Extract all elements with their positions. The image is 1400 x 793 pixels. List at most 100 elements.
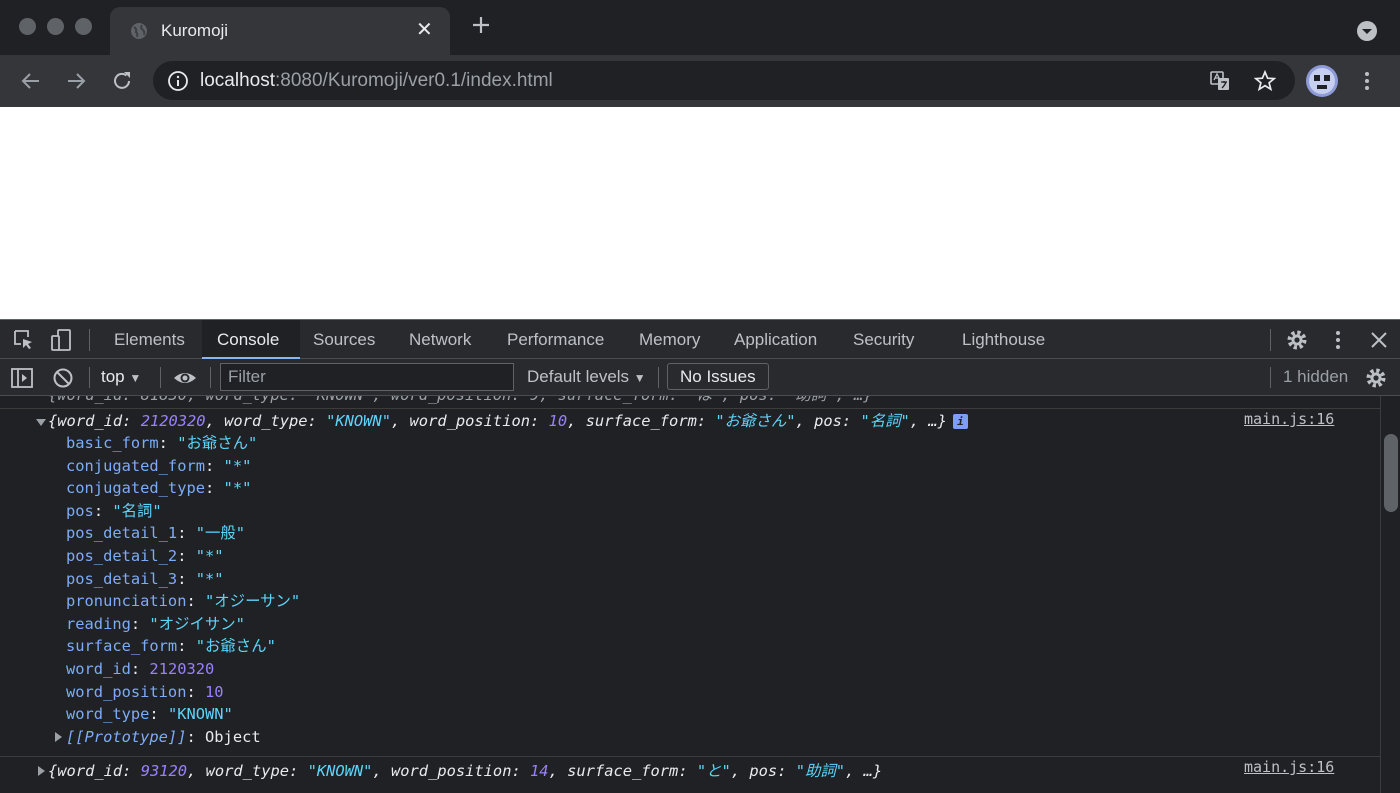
property-row[interactable]: pos_detail_2: "*" (66, 546, 224, 566)
property-value: "お爺さん" (177, 434, 258, 452)
collapse-triangle-icon[interactable] (36, 419, 46, 426)
close-icon[interactable] (1367, 328, 1391, 352)
issues-button[interactable]: No Issues (667, 363, 769, 390)
console-message: {word_id: 2120320, word_type: "KNOWN", w… (0, 409, 1380, 757)
avatar-face-icon (1309, 68, 1335, 94)
browser-toolbar: localhost:8080/Kuromoji/ver0.1/index.htm… (0, 55, 1400, 107)
property-row[interactable]: word_position: 10 (66, 682, 224, 702)
message-summary[interactable]: {word_id: 2120320, word_type: "KNOWN", w… (48, 411, 968, 431)
info-badge-icon[interactable]: i (952, 414, 968, 429)
console-message: {word_id: 81830, word_type: "KNOWN", wor… (0, 396, 1380, 409)
property-key: pos_detail_1 (66, 524, 178, 543)
inspect-element-icon[interactable] (12, 328, 36, 352)
property-value: "一般" (195, 524, 246, 543)
context-select[interactable]: top ▼ (101, 367, 141, 388)
window-close-button[interactable] (19, 18, 36, 35)
property-key: surface_form (66, 637, 178, 656)
gear-icon[interactable] (1364, 366, 1388, 390)
property-row[interactable]: word_type: "KNOWN" (66, 704, 233, 724)
property-row[interactable]: reading: "オジイサン" (66, 614, 245, 634)
toolbar-divider (1270, 329, 1271, 351)
log-levels-dropdown[interactable]: Default levels ▼ (527, 367, 646, 388)
property-value: "*" (223, 456, 252, 475)
property-value: "オジーサン" (205, 592, 301, 611)
gear-icon[interactable] (1285, 328, 1309, 352)
eye-icon[interactable] (173, 366, 197, 390)
arrow-right-icon[interactable] (64, 69, 88, 93)
toolbar-divider (160, 367, 161, 388)
message-summary[interactable]: {word_id: 93120, word_type: "KNOWN", wor… (48, 761, 882, 781)
property-key: conjugated_type (66, 479, 205, 498)
caret-down-icon: ▼ (129, 371, 142, 385)
toolbar-divider (210, 367, 211, 388)
tab-memory[interactable]: Memory (627, 320, 712, 359)
property-row[interactable]: surface_form: "お爺さん" (66, 636, 276, 656)
console-message: {word_id: 93120, word_type: "KNOWN", wor… (0, 757, 1380, 793)
message-summary-clipped: {word_id: 81830, word_type: "KNOWN", wor… (48, 396, 873, 405)
tab-network[interactable]: Network (397, 320, 483, 359)
url-path: :8080/Kuromoji/ver0.1/index.html (275, 70, 553, 91)
translate-icon[interactable] (1209, 70, 1231, 92)
reload-icon[interactable] (110, 69, 134, 93)
window-minimize-button[interactable] (47, 18, 64, 35)
tab-elements[interactable]: Elements (102, 320, 197, 359)
tab-lighthouse[interactable]: Lighthouse (950, 320, 1057, 359)
property-value: 10 (205, 682, 224, 701)
filter-input[interactable] (220, 363, 514, 391)
browser-tab[interactable]: Kuromoji ✕ (110, 7, 450, 55)
chevron-down-icon[interactable] (1356, 20, 1378, 42)
tab-performance[interactable]: Performance (495, 320, 616, 359)
clear-console-icon[interactable] (51, 366, 75, 390)
plus-icon[interactable] (469, 13, 493, 37)
property-row[interactable]: conjugated_type: "*" (66, 478, 251, 498)
property-key: conjugated_form (66, 456, 205, 475)
source-link[interactable]: main.js:16 (1244, 409, 1334, 429)
property-row[interactable]: pos_detail_1: "一般" (66, 523, 245, 543)
scrollbar-thumb[interactable] (1384, 434, 1398, 512)
kebab-menu-icon[interactable] (1326, 328, 1350, 352)
property-row[interactable]: pronunciation: "オジーサン" (66, 591, 300, 611)
expand-triangle-icon[interactable] (55, 731, 62, 742)
prototype-row[interactable]: [[Prototype]]: Object (66, 727, 261, 747)
property-row[interactable]: basic_form: "お爺さん" (66, 433, 257, 453)
property-row[interactable]: word_id: 2120320 (66, 659, 214, 679)
device-toolbar-icon[interactable] (49, 328, 73, 352)
address-bar[interactable]: localhost:8080/Kuromoji/ver0.1/index.htm… (153, 61, 1295, 100)
tab-application[interactable]: Application (722, 320, 829, 359)
property-value: "お爺さん" (195, 637, 276, 656)
toolbar-divider (89, 367, 90, 388)
property-row[interactable]: conjugated_form: "*" (66, 456, 251, 476)
console-output[interactable]: {word_id: 81830, word_type: "KNOWN", wor… (0, 396, 1380, 793)
devtools-tab-bar: Elements Console Sources Network Perform… (0, 319, 1400, 359)
close-tab-icon[interactable]: ✕ (416, 19, 433, 41)
property-row[interactable]: pos_detail_3: "*" (66, 569, 224, 589)
caret-down-icon: ▼ (633, 371, 646, 385)
browser-titlebar: Kuromoji ✕ (0, 0, 1400, 55)
tab-security[interactable]: Security (841, 320, 926, 359)
info-circle-icon[interactable] (167, 70, 189, 92)
property-key: pronunciation (66, 592, 187, 611)
devtools-panel: Elements Console Sources Network Perform… (0, 319, 1400, 793)
arrow-left-icon[interactable] (19, 69, 43, 93)
star-icon[interactable] (1254, 70, 1276, 92)
expand-triangle-icon[interactable] (38, 766, 45, 776)
property-value: "KNOWN" (167, 705, 233, 724)
property-key: reading (66, 614, 131, 633)
property-row[interactable]: pos: "名詞" (66, 501, 162, 521)
property-key: [[Prototype]] (66, 727, 187, 746)
tab-sources[interactable]: Sources (301, 320, 387, 359)
url-host: localhost (200, 70, 275, 91)
console-scrollbar[interactable] (1380, 396, 1400, 793)
kebab-menu-icon[interactable] (1357, 69, 1377, 93)
property-value: "オジイサン" (149, 614, 245, 633)
toolbar-divider (658, 367, 659, 388)
property-key: basic_form (66, 434, 159, 452)
tab-console[interactable]: Console (202, 320, 300, 359)
window-zoom-button[interactable] (75, 18, 92, 35)
profile-avatar[interactable] (1306, 65, 1338, 97)
tab-title: Kuromoji (161, 21, 229, 40)
sidebar-toggle-icon[interactable] (10, 366, 34, 390)
property-key: pos_detail_2 (66, 547, 178, 565)
url-text[interactable]: localhost:8080/Kuromoji/ver0.1/index.htm… (200, 70, 553, 92)
source-link[interactable]: main.js:16 (1244, 757, 1334, 777)
